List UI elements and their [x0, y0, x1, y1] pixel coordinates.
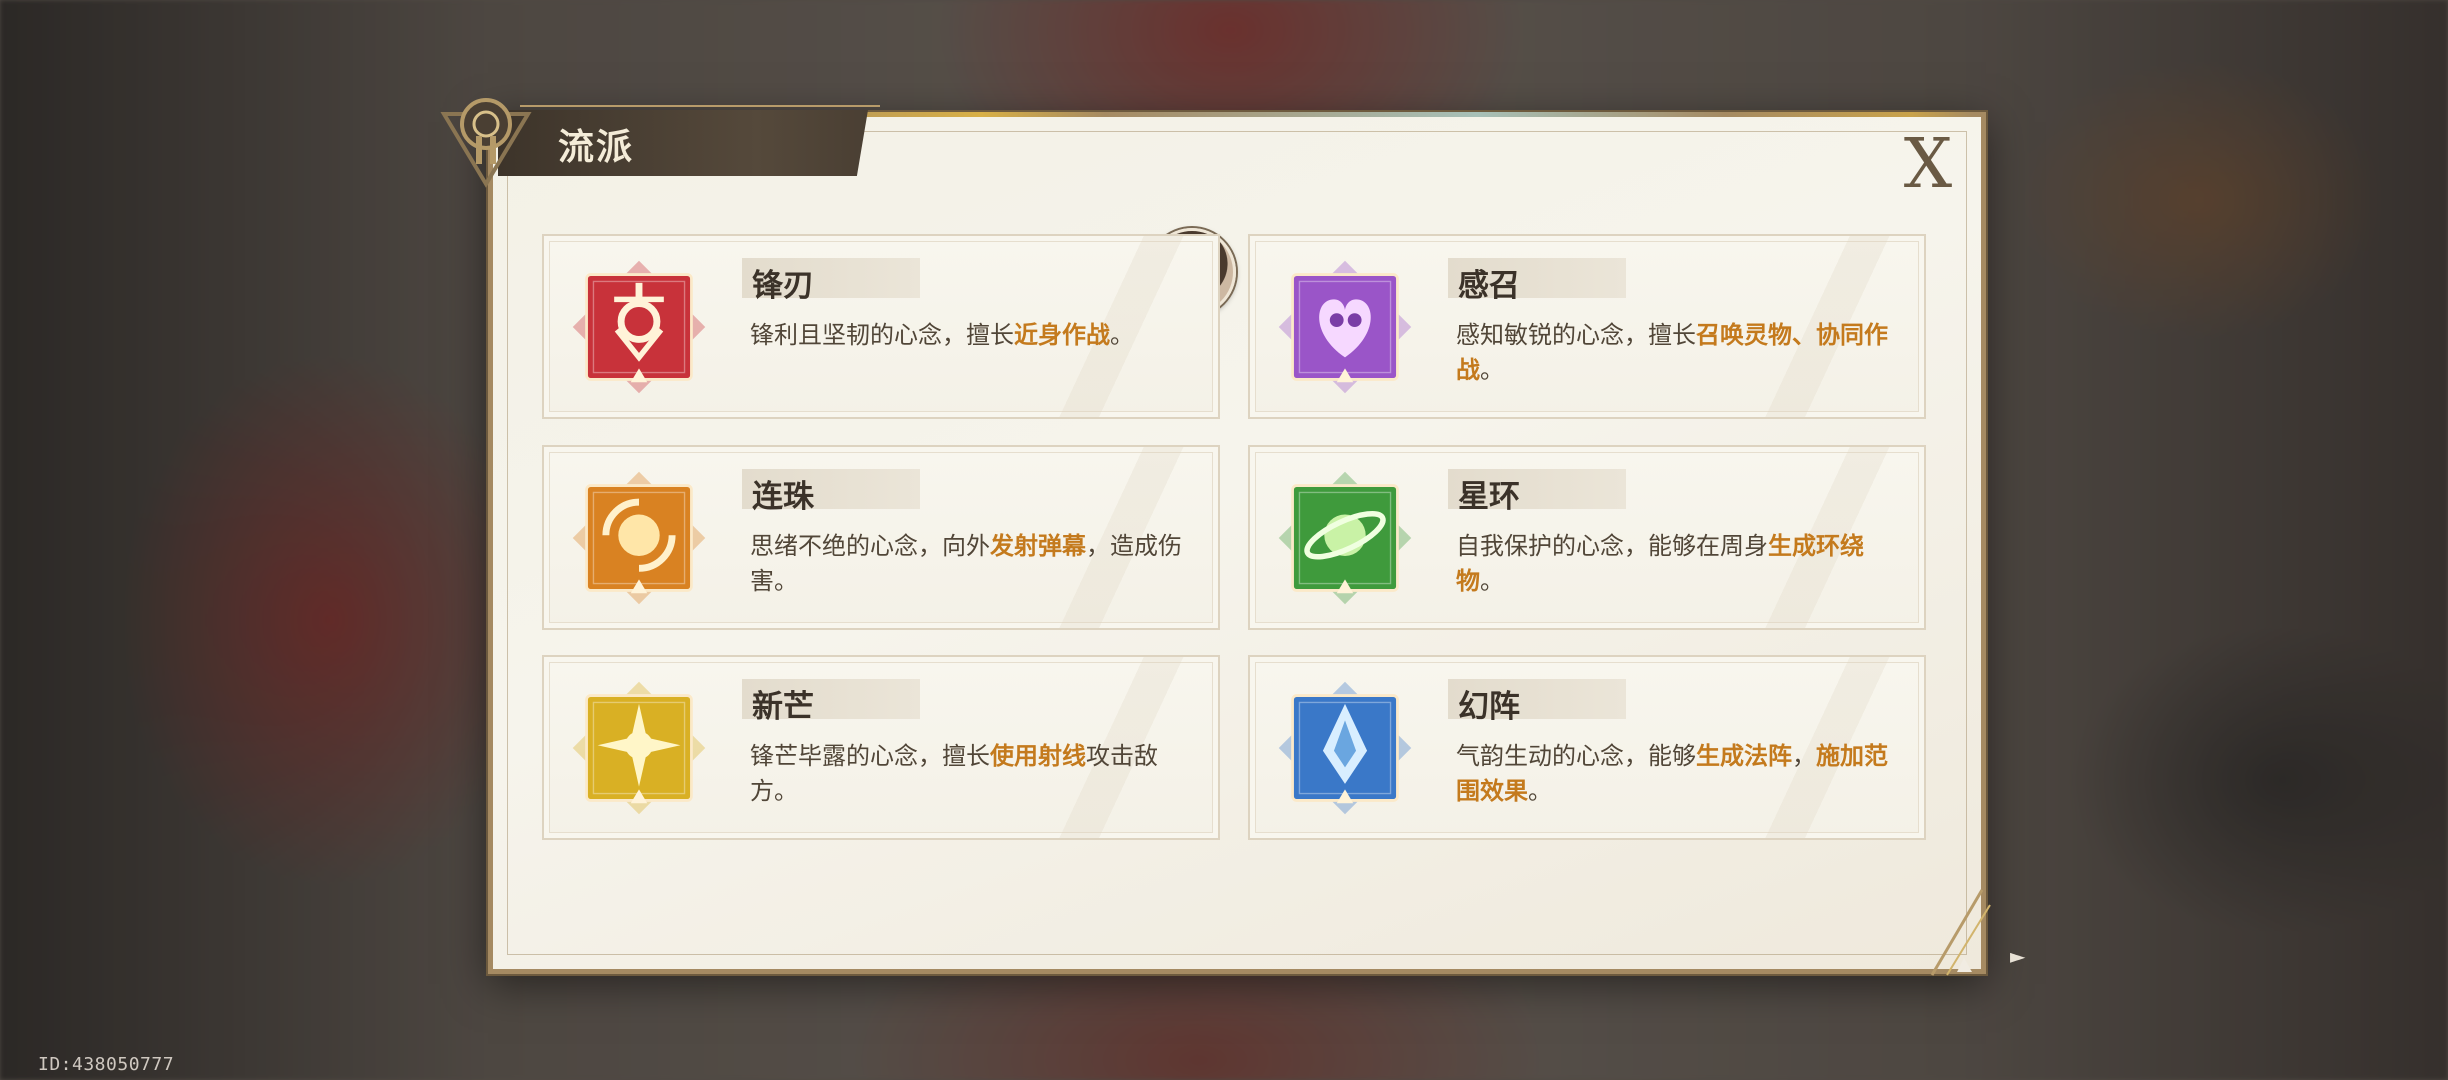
- school-description: 锋利且坚韧的心念，擅长近身作战。: [750, 318, 1190, 353]
- school-name: 锋刃: [752, 268, 814, 304]
- player-id-label: ID:438050777: [38, 1054, 175, 1075]
- highlight-text: 发射弹幕: [990, 532, 1086, 560]
- school-description: 锋芒毕露的心念，擅长使用射线攻击敌方。: [750, 739, 1190, 809]
- school-emblem-icon: [440, 98, 532, 188]
- school-description: 气韵生动的心念，能够生成法阵，施加范围效果。: [1456, 739, 1896, 809]
- school-card[interactable]: 连珠思绪不绝的心念，向外发射弹幕，造成伤害。: [542, 445, 1220, 630]
- school-name: 感召: [1458, 268, 1520, 304]
- highlight-text: 近身作战: [1014, 321, 1110, 349]
- barrage-icon: [570, 469, 708, 607]
- close-button[interactable]: X: [1895, 131, 1961, 199]
- description-text: 感知敏锐的心念，擅长: [1456, 321, 1696, 349]
- description-text: 。: [1110, 321, 1134, 349]
- school-name: 连珠: [752, 479, 814, 515]
- title-tab: [498, 110, 868, 176]
- school-name: 星环: [1458, 479, 1520, 515]
- description-text: 气韵生动的心念，能够: [1456, 742, 1696, 770]
- description-text: 。: [1480, 356, 1504, 384]
- corner-decoration: [1930, 889, 1991, 976]
- description-text: 自我保护的心念，能够在周身: [1456, 532, 1768, 560]
- array-icon: [1276, 679, 1414, 817]
- school-card[interactable]: 幻阵气韵生动的心念，能够生成法阵，施加范围效果。: [1248, 655, 1926, 840]
- description-text: ，: [1792, 742, 1816, 770]
- school-name: 幻阵: [1458, 689, 1520, 725]
- description-text: 锋利且坚韧的心念，擅长: [750, 321, 1014, 349]
- next-arrow-icon[interactable]: ►: [2010, 944, 2025, 968]
- ray-icon: [570, 679, 708, 817]
- description-text: 。: [1480, 567, 1504, 595]
- description-text: 。: [1528, 777, 1552, 805]
- school-card[interactable]: 新芒锋芒毕露的心念，擅长使用射线攻击敌方。: [542, 655, 1220, 840]
- panel-top-strip: [733, 112, 1973, 117]
- school-description: 思绪不绝的心念，向外发射弹幕，造成伤害。: [750, 529, 1190, 599]
- school-description: 感知敏锐的心念，擅长召唤灵物、协同作战。: [1456, 318, 1896, 388]
- school-card[interactable]: 感召感知敏锐的心念，擅长召唤灵物、协同作战。: [1248, 234, 1926, 419]
- school-description: 自我保护的心念，能够在周身生成环绕物。: [1456, 529, 1896, 599]
- page-title: 流派: [558, 127, 635, 168]
- title-tab-line: [520, 105, 880, 107]
- summon-icon: [1276, 258, 1414, 396]
- highlight-text: 生成法阵: [1696, 742, 1792, 770]
- description-text: 思绪不绝的心念，向外: [750, 532, 990, 560]
- orbit-icon: [1276, 469, 1414, 607]
- description-text: 锋芒毕露的心念，擅长: [750, 742, 990, 770]
- school-card[interactable]: 星环自我保护的心念，能够在周身生成环绕物。: [1248, 445, 1926, 630]
- highlight-text: 使用射线: [990, 742, 1086, 770]
- blade-icon: [570, 258, 708, 396]
- school-name: 新芒: [752, 689, 814, 725]
- school-card[interactable]: 锋刃锋利且坚韧的心念，擅长近身作战。: [542, 234, 1220, 419]
